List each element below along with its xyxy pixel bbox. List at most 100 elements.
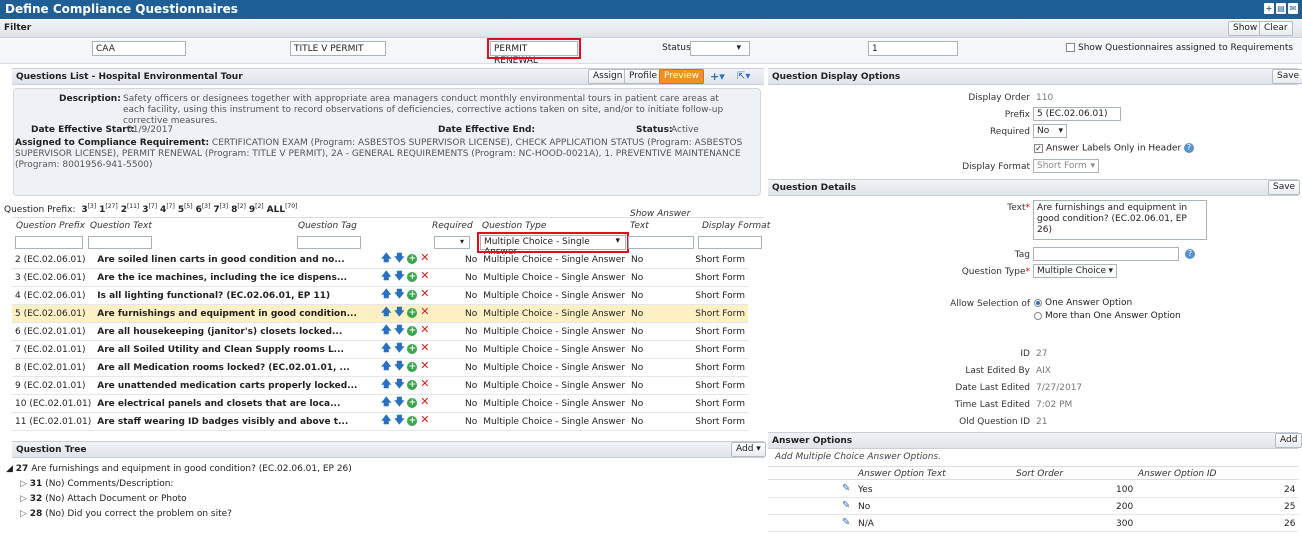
col-question-text[interactable]: Question Text: [90, 221, 152, 231]
answer-add-button[interactable]: Add: [1275, 433, 1302, 448]
add-child-icon[interactable]: +: [407, 416, 418, 426]
move-up-icon[interactable]: 🡅: [381, 361, 391, 372]
table-row[interactable]: 5 (EC.02.06.01) Are furnishings and equip…: [12, 304, 748, 323]
delete-icon[interactable]: ✕: [420, 341, 429, 354]
filter-input-5[interactable]: 1: [868, 41, 958, 56]
add-child-icon[interactable]: +: [407, 290, 418, 300]
col-sort-order[interactable]: Sort Order: [1016, 469, 1063, 479]
move-up-icon[interactable]: 🡅: [381, 379, 391, 390]
tree-child-node[interactable]: ▷ 28 (No) Did you correct the problem on…: [6, 507, 352, 522]
prefix-input[interactable]: 5 (EC.02.06.01): [1033, 107, 1121, 121]
table-row[interactable]: 2 (EC.02.06.01) Are soiled linen carts in…: [12, 251, 748, 269]
question-details-save-button[interactable]: Save: [1268, 180, 1301, 195]
col-display-format[interactable]: Display Format: [702, 221, 770, 231]
clear-button[interactable]: Clear: [1259, 21, 1293, 36]
display-options-save-button[interactable]: Save: [1272, 69, 1302, 84]
move-up-icon[interactable]: 🡅: [381, 307, 391, 318]
delete-icon[interactable]: ✕: [420, 287, 429, 300]
prefix-link[interactable]: 9[2]: [249, 203, 264, 215]
edit-pencil-icon[interactable]: ✎: [842, 517, 850, 528]
expand-arrow-icon[interactable]: ▷: [20, 494, 27, 504]
prefix-link[interactable]: 7[3]: [213, 203, 228, 215]
move-up-icon[interactable]: 🡅: [381, 325, 391, 336]
filter-input-3[interactable]: PERMIT RENEWAL: [487, 38, 581, 66]
prefix-link[interactable]: 2[11]: [121, 203, 140, 215]
move-down-icon[interactable]: 🡇: [394, 343, 404, 354]
delete-icon[interactable]: ✕: [420, 305, 429, 318]
filter-input-2[interactable]: TITLE V PERMIT: [290, 41, 386, 56]
tag-filter-input[interactable]: [297, 236, 361, 249]
col-answer-option-text[interactable]: Answer Option Text: [858, 469, 946, 479]
prefix-link[interactable]: 5[5]: [178, 203, 193, 215]
required-filter-select[interactable]: ▾: [434, 236, 470, 249]
required-select[interactable]: No ▾: [1033, 124, 1067, 138]
assign-button[interactable]: Assign: [588, 69, 628, 84]
move-down-icon[interactable]: 🡇: [394, 379, 404, 390]
col-required[interactable]: Required: [432, 221, 473, 231]
show-assigned-checkbox[interactable]: Show Questionnaires assigned to Requirem…: [1066, 43, 1293, 53]
move-down-icon[interactable]: 🡇: [394, 253, 404, 264]
delete-icon[interactable]: ✕: [420, 251, 429, 264]
table-row[interactable]: 10 (EC.02.01.01) Are electrical panels an…: [12, 394, 748, 413]
prefix-link[interactable]: 3[7]: [142, 203, 157, 215]
col-question-tag[interactable]: Question Tag: [298, 221, 357, 231]
one-answer-radio[interactable]: One Answer Option: [1034, 298, 1132, 308]
table-row[interactable]: 4 (EC.02.06.01) Is all lighting functiona…: [12, 286, 748, 305]
add-child-icon[interactable]: +: [407, 380, 418, 390]
move-up-icon[interactable]: 🡅: [381, 253, 391, 264]
expand-arrow-icon[interactable]: ▷: [20, 479, 27, 489]
prefix-link[interactable]: 6[3]: [196, 203, 211, 215]
table-row[interactable]: 6 (EC.02.01.01) Are all housekeeping (jan…: [12, 322, 748, 341]
move-up-icon[interactable]: 🡅: [381, 397, 391, 408]
tree-child-node[interactable]: ▷ 32 (No) Attach Document or Photo: [6, 492, 352, 507]
prefix-link[interactable]: 4[7]: [160, 203, 175, 215]
table-row[interactable]: 8 (EC.02.01.01) Are all Medication rooms …: [12, 358, 748, 377]
prefix-link[interactable]: 1[27]: [99, 203, 118, 215]
question-type-select[interactable]: Multiple Choice ▾: [1033, 264, 1117, 278]
move-up-icon[interactable]: 🡅: [381, 289, 391, 300]
delete-icon[interactable]: ✕: [420, 395, 429, 408]
answer-labels-checkbox[interactable]: ✓ Answer Labels Only in Header ?: [1034, 143, 1195, 154]
move-down-icon[interactable]: 🡇: [394, 361, 404, 372]
email-icon[interactable]: ✉: [1288, 3, 1298, 14]
add-child-icon[interactable]: +: [407, 272, 418, 282]
preview-button[interactable]: Preview: [659, 69, 705, 84]
help-icon[interactable]: ?: [1184, 143, 1195, 153]
question-text-area[interactable]: Are furnishings and equipment in good co…: [1033, 200, 1207, 240]
filter-input-1[interactable]: CAA: [92, 41, 186, 56]
add-icon[interactable]: +▾: [710, 70, 725, 83]
move-up-icon[interactable]: 🡅: [381, 271, 391, 282]
add-child-icon[interactable]: +: [407, 308, 418, 318]
status-select[interactable]: ▾: [690, 41, 750, 56]
move-down-icon[interactable]: 🡇: [394, 415, 404, 426]
add-child-icon[interactable]: +: [407, 326, 418, 336]
add-child-icon[interactable]: +: [407, 254, 418, 264]
answer-row[interactable]: ✎ Yes 100 24: [768, 481, 1298, 498]
tag-input[interactable]: [1033, 247, 1179, 261]
move-up-icon[interactable]: 🡅: [381, 415, 391, 426]
edit-pencil-icon[interactable]: ✎: [842, 500, 850, 511]
prefix-link[interactable]: ALL[70]: [267, 203, 298, 215]
expand-icon[interactable]: +: [1264, 3, 1274, 14]
show-button[interactable]: Show: [1228, 21, 1263, 36]
move-up-icon[interactable]: 🡅: [381, 343, 391, 354]
edit-pencil-icon[interactable]: ✎: [842, 483, 850, 494]
delete-icon[interactable]: ✕: [420, 359, 429, 372]
profile-button[interactable]: Profile: [624, 69, 662, 84]
col-question-type[interactable]: Question Type: [482, 221, 546, 231]
delete-icon[interactable]: ✕: [420, 323, 429, 336]
multi-answer-radio[interactable]: More than One Answer Option: [1034, 311, 1181, 321]
add-child-icon[interactable]: +: [407, 398, 418, 408]
expand-arrow-icon[interactable]: ▷: [20, 509, 27, 519]
print-icon[interactable]: ▤: [1276, 3, 1286, 14]
table-row[interactable]: 9 (EC.02.01.01) Are unattended medication…: [12, 376, 748, 395]
move-down-icon[interactable]: 🡇: [394, 307, 404, 318]
answer-row[interactable]: ✎ No 200 25: [768, 498, 1298, 515]
add-child-icon[interactable]: +: [407, 362, 418, 372]
col-question-prefix[interactable]: Question Prefix: [16, 221, 85, 231]
tree-child-node[interactable]: ▷ 31 (No) Comments/Description:: [6, 477, 352, 492]
col-show-answer-text[interactable]: Text: [630, 221, 649, 231]
text-filter-input[interactable]: [88, 236, 152, 249]
tag-help-icon[interactable]: ?: [1185, 249, 1195, 259]
table-row[interactable]: 3 (EC.02.06.01) Are the ice machines, inc…: [12, 268, 748, 287]
